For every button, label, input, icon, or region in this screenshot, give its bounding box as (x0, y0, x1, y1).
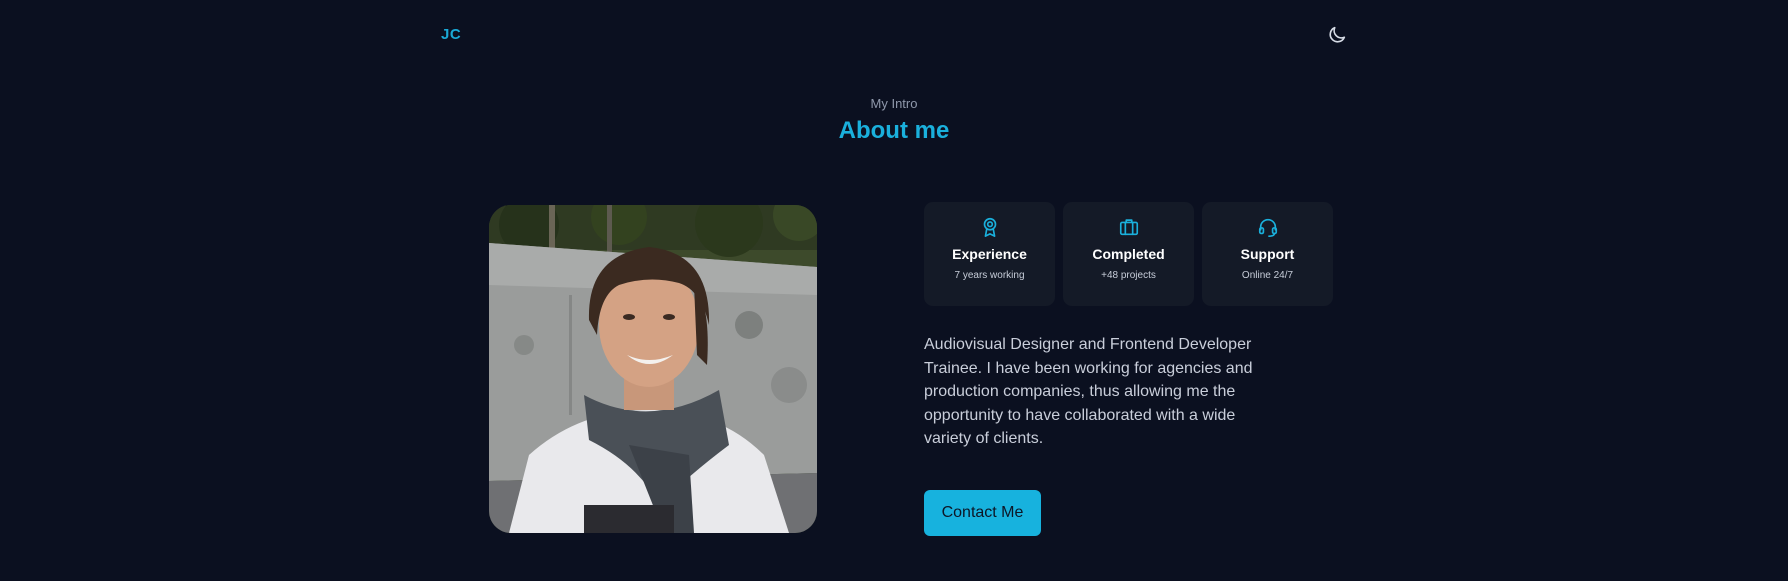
card-completed: Completed +48 projects (1063, 202, 1194, 306)
briefcase-icon (1118, 216, 1140, 238)
headset-icon (1257, 216, 1279, 238)
contact-me-button[interactable]: Contact Me (924, 490, 1041, 536)
logo-link[interactable]: JC (441, 26, 461, 43)
section-header: My Intro About me (0, 96, 1788, 145)
header: JC (0, 0, 1788, 70)
about-description: Audiovisual Designer and Frontend Develo… (924, 336, 1253, 447)
card-title: Support (1240, 246, 1295, 262)
section-subtitle: My Intro (870, 96, 918, 111)
card-title: Completed (1092, 246, 1165, 262)
award-icon (979, 216, 1001, 238)
card-subtitle: Online 24/7 (1241, 270, 1294, 281)
card-subtitle: +48 projects (1101, 270, 1156, 281)
card-subtitle: 7 years working (954, 270, 1025, 281)
stats-cards: Experience 7 years working Completed +48… (924, 202, 1334, 306)
card-support: Support Online 24/7 (1202, 202, 1333, 306)
card-experience: Experience 7 years working (924, 202, 1055, 306)
moon-icon[interactable] (1326, 24, 1348, 46)
profile-photo (489, 205, 817, 533)
section-title: About me (838, 117, 950, 144)
card-title: Experience (952, 246, 1027, 262)
